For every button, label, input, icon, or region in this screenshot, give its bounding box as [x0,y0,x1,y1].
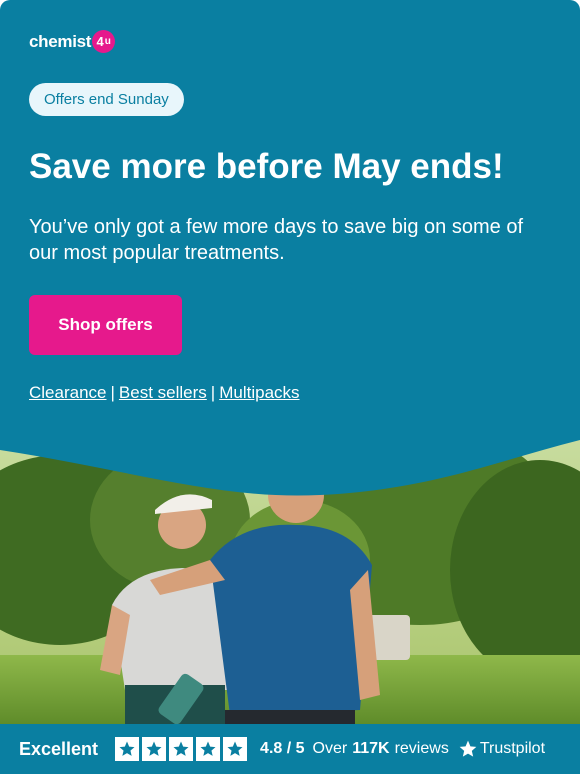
star-icon [196,737,221,761]
trustpilot-bar[interactable]: Excellent 4.8 / 5 Over 117K reviews Trus… [0,724,580,774]
link-separator: | [210,383,216,402]
page-title: Save more before May ends! [29,147,504,186]
chemist4u-logo[interactable]: chemist 4u [29,30,116,53]
trust-review-count: 117K [352,740,390,757]
star-icon [142,737,167,761]
category-links: Clearance | Best sellers | Multipacks [29,383,300,403]
trust-reviews-label: reviews [394,740,449,757]
trust-rating: 4.8 / 5 [260,740,305,757]
best-sellers-link[interactable]: Best sellers [119,383,207,402]
offers-end-pill: Offers end Sunday [29,83,184,116]
clearance-link[interactable]: Clearance [29,383,107,402]
email-card: chemist 4u Offers end Sunday Save more b… [0,0,580,774]
logo-text: chemist [29,31,92,51]
hero-image[interactable] [0,430,580,724]
promo-subtext: You’ve only got a few more days to save … [29,216,523,264]
logo-badge: 4u [92,30,116,53]
logo-badge-suffix: u [104,36,111,47]
trustpilot-label: Trustpilot [479,740,546,757]
logo-badge-number: 4 [96,34,104,49]
star-icon [169,737,194,761]
trust-stars [115,737,248,761]
trust-over: Over [312,740,348,757]
star-icon [115,737,140,761]
trust-excellent-label: Excellent [19,738,99,759]
shop-offers-button[interactable]: Shop offers [29,295,182,355]
link-separator: | [110,383,115,402]
star-icon [223,737,248,761]
trustpilot-logo[interactable]: Trustpilot [458,739,545,759]
trustpilot-star-icon [459,740,477,757]
multipacks-link[interactable]: Multipacks [219,383,299,402]
